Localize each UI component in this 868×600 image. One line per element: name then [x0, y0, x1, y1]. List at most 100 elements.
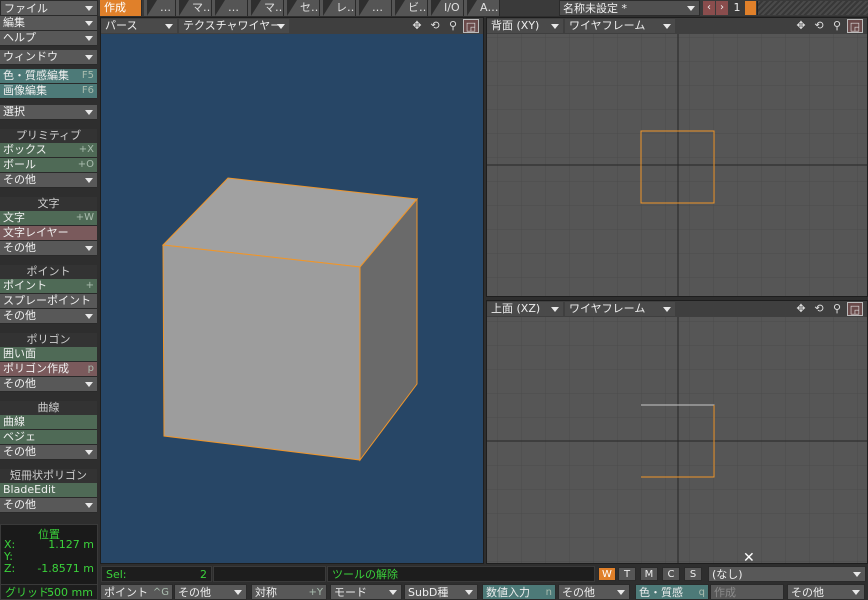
primitive-more-dropdown[interactable]: その他	[0, 173, 97, 188]
zoom-icon[interactable]: ⚲	[829, 302, 845, 316]
button-label: 色・質感編集	[3, 69, 69, 82]
scene-name-dropdown[interactable]: 名称未設定 *	[559, 0, 700, 16]
window-menu-label: ウィンドウ	[3, 50, 58, 63]
zoom-icon[interactable]: ⚲	[445, 19, 461, 33]
perspective-viewport[interactable]: パース テクスチャワイヤー ✥ ⟲ ⚲ ◲	[100, 17, 484, 564]
surface-editor-button[interactable]: 色・質感編集 F5	[0, 69, 97, 84]
text-more-dropdown[interactable]: その他	[0, 241, 97, 256]
mode-c-button[interactable]: C	[662, 567, 680, 581]
viewport-header: パース テクスチャワイヤー ✥ ⟲ ⚲ ◲	[101, 18, 483, 34]
view-type-dropdown[interactable]: 上面 (XZ)	[487, 302, 563, 316]
move-icon[interactable]: ✥	[793, 302, 809, 316]
tab-6[interactable]: レ…	[320, 0, 356, 16]
box-tool-button[interactable]: ボックス +X	[0, 143, 97, 158]
bezier-tool-button[interactable]: ベジェ	[0, 430, 97, 445]
image-editor-button[interactable]: 画像編集 F6	[0, 84, 97, 99]
button-label: 色・質感	[639, 586, 683, 599]
ball-tool-button[interactable]: ボール +O	[0, 158, 97, 173]
rotate-icon[interactable]: ⟲	[811, 302, 827, 316]
button-label: モード	[334, 586, 367, 599]
point-mode-button[interactable]: ポイント ^G	[100, 584, 173, 600]
create-button[interactable]: 作成	[710, 584, 784, 600]
layer-slots[interactable]	[757, 1, 868, 15]
tab-label: I/O	[444, 1, 460, 14]
move-icon[interactable]: ✥	[409, 19, 425, 33]
left-toolbar: 編集 ヘルプ ウィンドウ 色・質感編集 F5 画像編集 F6 選択 プリミティブ ボ…	[0, 16, 100, 586]
chevron-down-icon	[389, 590, 397, 595]
tab-5[interactable]: セ…	[284, 0, 320, 16]
chevron-down-icon	[85, 21, 93, 26]
edit-menu[interactable]: 編集	[0, 16, 97, 31]
file-menu-label: ファイル	[4, 2, 48, 15]
point-more-dropdown[interactable]: その他	[0, 309, 97, 324]
mode-dropdown[interactable]: モード	[330, 584, 402, 600]
tab-create[interactable]: 作成	[100, 0, 142, 16]
tab-1[interactable]: …	[144, 0, 176, 16]
render-mode-dropdown[interactable]: テクスチャワイヤー	[179, 19, 289, 33]
mode-w-button[interactable]: W	[598, 567, 616, 581]
shortcut-label: F6	[81, 85, 94, 96]
maximize-icon[interactable]: ◲	[847, 302, 863, 316]
surface-button[interactable]: 色・質感 q	[635, 584, 709, 600]
surface-dropdown[interactable]: (なし)	[708, 566, 866, 582]
view-type-dropdown[interactable]: 背面 (XY)	[487, 19, 563, 33]
tab-4[interactable]: マ…	[248, 0, 284, 16]
view-type-dropdown[interactable]: パース	[101, 19, 177, 33]
tab-10[interactable]: A…	[464, 0, 500, 16]
tab-io[interactable]: I/O	[428, 0, 464, 16]
button-label: スプレーポイント	[3, 294, 91, 307]
window-menu[interactable]: ウィンドウ	[0, 50, 97, 65]
layer-prev-icon[interactable]: ‹	[703, 1, 715, 15]
maximize-icon[interactable]: ◲	[847, 19, 863, 33]
tab-2[interactable]: マ…	[176, 0, 212, 16]
chevron-down-icon	[85, 450, 93, 455]
polygon-more-dropdown[interactable]: その他	[0, 377, 97, 392]
point-tool-button[interactable]: ポイント +	[0, 279, 97, 294]
more-dropdown-1[interactable]: その他	[174, 584, 247, 600]
shortcut-label: F5	[81, 70, 94, 81]
strip-more-dropdown[interactable]: その他	[0, 498, 97, 513]
button-label: ボックス	[3, 143, 47, 156]
mode-s-button[interactable]: S	[684, 567, 702, 581]
tab-8[interactable]: ビ…	[392, 0, 428, 16]
mode-m-button[interactable]: M	[640, 567, 658, 581]
render-mode-dropdown[interactable]: ワイヤフレーム	[565, 302, 675, 316]
render-mode-dropdown[interactable]: ワイヤフレーム	[565, 19, 675, 33]
layer-next-icon[interactable]: ›	[716, 1, 728, 15]
more-dropdown-3[interactable]: その他	[787, 584, 865, 600]
make-polygon-button[interactable]: ポリゴン作成 p	[0, 362, 97, 377]
viewport-controls: ✥ ⟲ ⚲ ◲	[793, 19, 865, 33]
bladeedit-button[interactable]: BladeEdit	[0, 483, 97, 498]
maximize-icon[interactable]: ◲	[463, 19, 479, 33]
move-icon[interactable]: ✥	[793, 19, 809, 33]
button-label: 画像編集	[3, 84, 47, 97]
top-xz-viewport[interactable]: 上面 (XZ) ワイヤフレーム ✥ ⟲ ⚲ ◲ ✕	[486, 300, 868, 564]
file-menu[interactable]: ファイル	[0, 0, 98, 16]
axis-value: -1.8571 m	[37, 562, 94, 575]
shortcut-label: +Y	[308, 587, 324, 598]
tab-spacer	[500, 0, 558, 16]
more-dropdown-2[interactable]: その他	[558, 584, 630, 600]
curve-more-dropdown[interactable]: その他	[0, 445, 97, 460]
spray-point-button[interactable]: スプレーポイント	[0, 294, 97, 309]
tab-3[interactable]: …	[212, 0, 248, 16]
symmetry-button[interactable]: 対称 +Y	[251, 584, 327, 600]
select-dropdown[interactable]: 選択	[0, 105, 97, 120]
curve-tool-button[interactable]: 曲線	[0, 415, 97, 430]
enclose-face-button[interactable]: 囲い面	[0, 347, 97, 362]
tab-7[interactable]: …	[356, 0, 392, 16]
text-tool-button[interactable]: 文字 +W	[0, 211, 97, 226]
chevron-down-icon	[687, 6, 695, 11]
mode-t-button[interactable]: T	[618, 567, 636, 581]
back-xy-viewport[interactable]: 背面 (XY) ワイヤフレーム ✥ ⟲ ⚲ ◲	[486, 17, 868, 297]
cursor-icon: ✕	[743, 550, 755, 564]
rotate-icon[interactable]: ⟲	[811, 19, 827, 33]
numeric-input-button[interactable]: 数値入力 n	[482, 584, 556, 600]
help-menu[interactable]: ヘルプ	[0, 31, 97, 46]
subd-type-dropdown[interactable]: SubD種	[404, 584, 478, 600]
tool-message: ツールの解除	[327, 566, 595, 582]
layer-slot-active[interactable]	[745, 1, 756, 15]
zoom-icon[interactable]: ⚲	[829, 19, 845, 33]
rotate-icon[interactable]: ⟲	[427, 19, 443, 33]
text-layer-button[interactable]: 文字レイヤー	[0, 226, 97, 241]
